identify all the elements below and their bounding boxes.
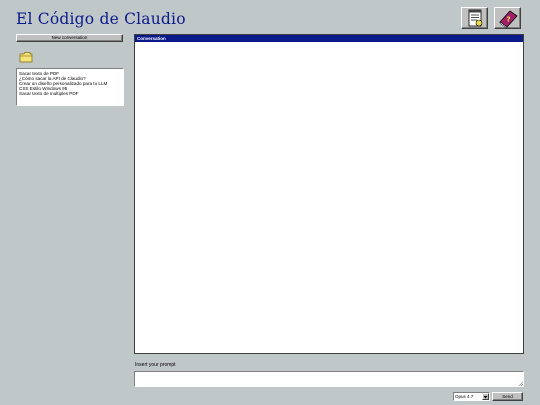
- notes-button[interactable]: [461, 7, 488, 29]
- dropdown-arrow[interactable]: [482, 393, 489, 400]
- notepad-icon: [468, 9, 482, 27]
- conversation-panel: Conversation: [134, 34, 524, 354]
- new-conversation-button[interactable]: New conversation: [16, 34, 123, 42]
- chevron-down-icon: [483, 396, 488, 399]
- app-window: El Código de Claudio ? New conversation …: [0, 0, 540, 405]
- svg-text:?: ?: [506, 16, 510, 24]
- prompt-label: Insert your prompt: [135, 362, 176, 368]
- model-select[interactable]: Opus 4.7: [453, 392, 490, 401]
- send-button[interactable]: Send: [492, 392, 523, 401]
- resize-grip-icon[interactable]: [518, 381, 523, 386]
- model-selected-value: Opus 4.7: [455, 394, 474, 399]
- conversation-history-list: Sacar texto de PDF ¿Cómo sacar la API de…: [16, 68, 124, 106]
- help-book-icon: ?: [498, 10, 518, 28]
- help-button[interactable]: ?: [494, 7, 521, 29]
- page-title: El Código de Claudio: [16, 10, 186, 28]
- prompt-input[interactable]: [134, 371, 524, 387]
- open-folder-button[interactable]: [19, 51, 33, 63]
- history-item[interactable]: Sacar texto de multiples PDF: [19, 91, 121, 96]
- conversation-header: Conversation: [135, 35, 523, 42]
- folder-icon: [19, 52, 33, 63]
